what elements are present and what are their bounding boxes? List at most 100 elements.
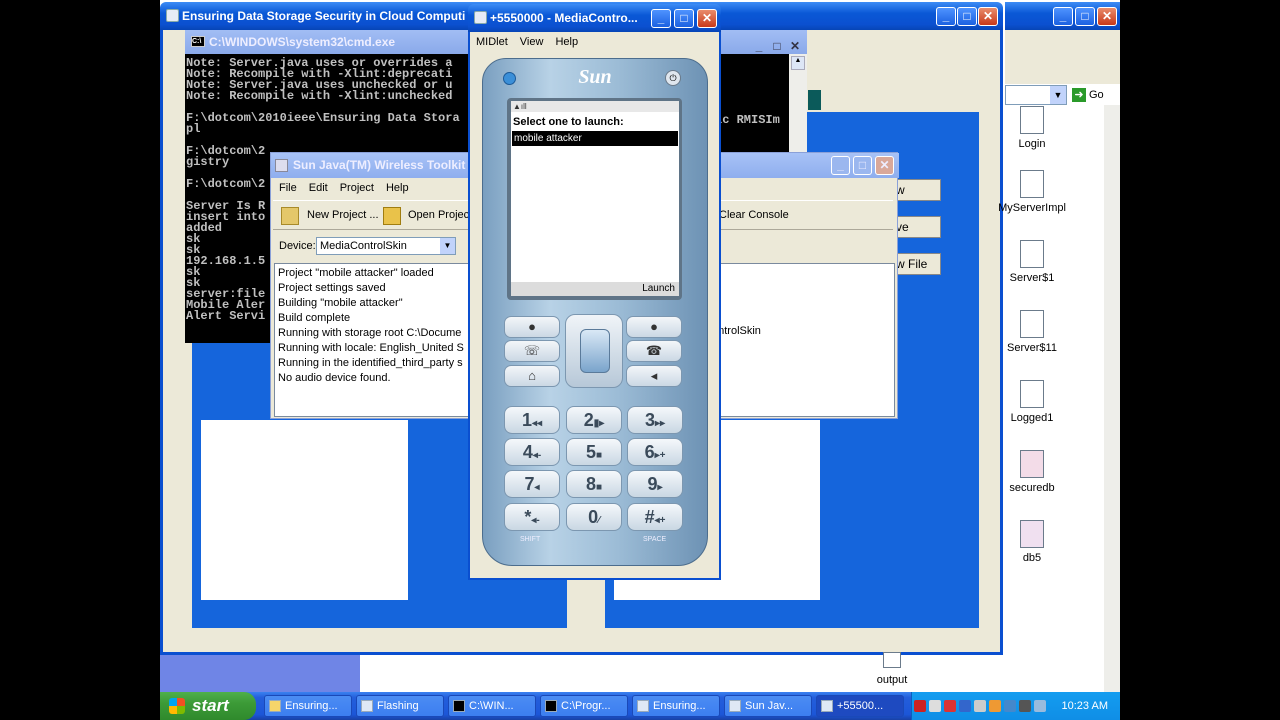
clear-console-button[interactable]: Clear Console [719,209,789,221]
tray-icon[interactable] [1004,700,1016,712]
minimize-button[interactable]: _ [1053,7,1073,26]
tray-icon[interactable] [944,700,956,712]
key-glyph: ◂ [534,482,540,493]
desktop-icon-server1[interactable]: Server$1 [997,240,1067,284]
address-dropdown-icon[interactable]: ▼ [1050,86,1066,104]
left-softkey[interactable]: ● [504,316,560,338]
emulator-titlebar[interactable]: +5550000 - MediaContro... _ □ ✕ [468,4,721,32]
right-softkey[interactable]: ● [626,316,682,338]
desktop-icon-server11[interactable]: Server$11 [997,310,1067,354]
desktop-icon-output[interactable]: output [857,652,927,686]
scroll-up-icon[interactable]: ▲ [791,56,805,70]
maximize-button[interactable]: □ [853,156,872,175]
menu-help[interactable]: Help [549,32,584,52]
device-select[interactable]: MediaControlSkin ▼ [316,237,456,255]
key-hash[interactable]: #◂+ [627,503,683,531]
lcd-list-item[interactable]: mobile attacker [512,131,678,146]
menu-project[interactable]: Project [334,178,380,198]
tray-icon[interactable] [974,700,986,712]
menu-edit[interactable]: Edit [303,178,334,198]
signal-icon: ▲ıll [511,101,679,112]
call-key[interactable]: ☏ [504,340,560,362]
key-0[interactable]: 0⁄ [566,503,622,531]
maximize-button[interactable]: □ [957,7,977,26]
dpad-select-key[interactable] [580,329,610,373]
key-glyph: ■ [595,450,603,461]
close-button[interactable]: ✕ [875,156,894,175]
desktop-icon-login[interactable]: Login [997,106,1067,150]
maximize-button[interactable]: □ [769,34,785,53]
menu-midlet[interactable]: MIDlet [470,32,514,52]
taskbar-item-sun-java[interactable]: Sun Jav... [724,695,812,717]
close-button[interactable]: ✕ [978,7,998,26]
end-call-key[interactable]: ☎ [626,340,682,362]
close-button[interactable]: ✕ [697,9,717,28]
key-4[interactable]: 4◂- [504,438,560,466]
key-9[interactable]: 9▸ [627,470,683,498]
browser-toolbar [1005,30,1120,84]
key-2[interactable]: 2▮▸ [566,406,622,434]
toolkit-title: Sun Java(TM) Wireless Toolkit [293,158,466,172]
menu-file[interactable]: File [273,178,303,198]
tray-icon[interactable] [1019,700,1031,712]
emulator-menubar: MIDlet View Help [470,32,719,52]
tray-icon[interactable] [929,700,941,712]
taskbar-item-cmd[interactable]: C:\WIN... [448,695,536,717]
minimize-button[interactable]: _ [936,7,956,26]
taskbar: start Ensuring... Flashing C:\WIN... C:\… [160,692,1120,720]
home-key[interactable]: ⌂ [504,365,560,387]
browser-scrollbar[interactable] [1104,105,1120,692]
key-star[interactable]: *◂- [504,503,560,531]
key-8[interactable]: 8■ [566,470,622,498]
text-file-icon [1020,380,1044,408]
key-7[interactable]: 7◂ [504,470,560,498]
bg-button-save[interactable]: ve [895,216,941,238]
launch-softkey-label[interactable]: Launch [511,282,679,296]
desktop-icon-logged1[interactable]: Logged1 [997,380,1067,424]
chevron-down-icon[interactable]: ▼ [440,238,455,254]
desktop-icon-securedb[interactable]: securedb [997,450,1067,494]
maximize-button[interactable]: □ [674,9,694,28]
tray-icon[interactable] [914,700,926,712]
key-digit: 0 [588,507,599,527]
tray-icon[interactable] [1034,700,1046,712]
power-button[interactable]: ⏻ [665,70,681,86]
app-icon [166,9,179,22]
key-3[interactable]: 3▸▸ [627,406,683,434]
tray-icon[interactable] [959,700,971,712]
menu-help[interactable]: Help [380,178,415,198]
go-button[interactable]: ➜ Go [1072,86,1116,104]
minimize-button[interactable]: _ [651,9,671,28]
taskbar-item-progr[interactable]: C:\Progr... [540,695,628,717]
taskbar-item-flashing[interactable]: Flashing [356,695,444,717]
bg-button-view[interactable]: w [895,179,941,201]
close-button[interactable]: ✕ [1097,7,1117,26]
tray-icon[interactable] [989,700,1001,712]
key-5[interactable]: 5■ [566,438,622,466]
key-glyph: ◂- [532,450,542,461]
close-button[interactable]: ✕ [787,34,803,53]
key-glyph: ▸ [657,482,663,493]
minimize-button[interactable]: _ [751,34,767,53]
taskbar-item-emulator[interactable]: +55500... [816,695,904,717]
clear-key[interactable]: ◂ [626,365,682,387]
dpad[interactable] [565,314,623,388]
cmd-icon: C:\ [191,36,205,47]
taskbar-item-ensuring-2[interactable]: Ensuring... [632,695,720,717]
new-project-button[interactable]: New Project ... [307,209,379,221]
open-project-button[interactable]: Open Project [408,209,472,221]
menu-view[interactable]: View [514,32,550,52]
desktop-icon-myserverimpl[interactable]: MyServerImpl [997,170,1067,214]
java-icon [275,159,288,172]
key-digit: 1 [521,410,532,430]
key-6[interactable]: 6▸+ [627,438,683,466]
bg-button-view-file[interactable]: w File [895,253,941,275]
maximize-button[interactable]: □ [1075,7,1095,26]
key-digit: # [644,507,655,527]
key-1[interactable]: 1◂◂ [504,406,560,434]
desktop-icon-db5[interactable]: db5 [997,520,1067,564]
start-button[interactable]: start [160,692,256,720]
browser-titlebar[interactable]: _ □ ✕ [1005,2,1120,30]
minimize-button[interactable]: _ [831,156,850,175]
taskbar-item-ensuring[interactable]: Ensuring... [264,695,352,717]
